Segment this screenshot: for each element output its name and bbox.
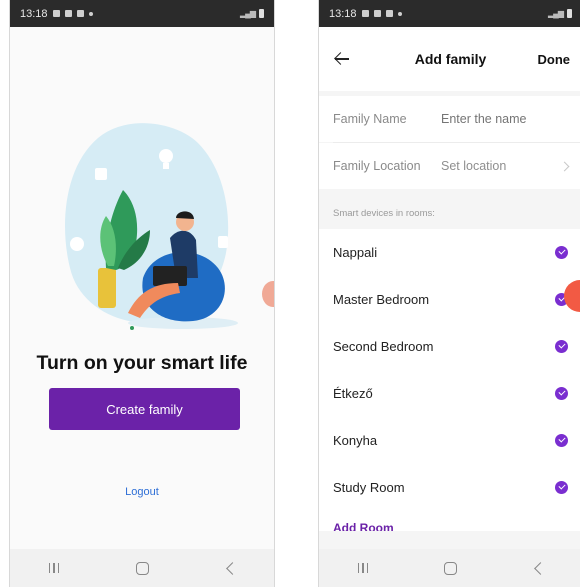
chevron-right-icon xyxy=(559,161,570,171)
done-button[interactable]: Done xyxy=(538,52,571,67)
check-circle-icon[interactable] xyxy=(555,387,568,400)
nav-home-button[interactable] xyxy=(430,553,470,583)
list-item[interactable]: Étkező xyxy=(319,370,580,417)
app-bar: Add family Done xyxy=(319,27,580,91)
family-name-row: Family Name xyxy=(319,96,580,142)
list-item[interactable]: Nappali xyxy=(319,229,580,276)
nav-home-icon xyxy=(135,561,149,575)
system-navigation-bar xyxy=(319,549,580,587)
system-navigation-bar xyxy=(10,549,274,587)
nav-home-button[interactable] xyxy=(122,553,162,583)
dot-icon xyxy=(397,11,402,16)
logout-link[interactable]: Logout xyxy=(10,486,274,498)
gallery-icon xyxy=(76,10,84,17)
signal-icon: ▂▄▆ xyxy=(240,9,256,18)
phone-screen-onboarding: 13:18 ▂▄▆ Turn on your smart life Create… xyxy=(9,0,275,587)
family-location-value: Set location xyxy=(441,159,507,173)
notification-icon xyxy=(361,10,369,17)
notification-icon xyxy=(373,10,381,17)
list-item[interactable]: Master Bedroom xyxy=(319,276,580,323)
nav-home-icon xyxy=(443,561,457,575)
family-name-input[interactable] xyxy=(441,112,551,126)
check-circle-icon[interactable] xyxy=(555,434,568,447)
room-name: Study Room xyxy=(333,480,405,495)
battery-icon xyxy=(259,9,264,18)
smart-life-illustration xyxy=(65,123,238,330)
nav-back-button[interactable] xyxy=(210,553,250,583)
family-location-label: Family Location xyxy=(333,159,421,173)
room-name: Étkező xyxy=(333,386,373,401)
family-name-label: Family Name xyxy=(333,112,407,126)
create-family-button[interactable]: Create family xyxy=(49,388,240,430)
back-arrow-icon[interactable] xyxy=(331,45,359,73)
nav-back-icon xyxy=(225,561,239,575)
status-time: 13:18 xyxy=(20,7,48,20)
nav-back-button[interactable] xyxy=(518,553,558,583)
nav-recent-icon xyxy=(48,563,60,573)
check-circle-icon[interactable] xyxy=(555,481,568,494)
nav-recent-button[interactable] xyxy=(343,553,383,583)
status-bar: 13:18 ▂▄▆ xyxy=(319,0,580,27)
headline: Turn on your smart life xyxy=(36,352,248,374)
room-name: Nappali xyxy=(333,245,378,260)
room-name: Second Bedroom xyxy=(333,339,434,354)
nav-recent-button[interactable] xyxy=(34,553,74,583)
gallery-icon xyxy=(385,10,393,17)
rooms-caption: Smart devices in rooms: xyxy=(333,208,435,219)
notification-icon xyxy=(64,10,72,17)
list-item[interactable]: Second Bedroom xyxy=(319,323,580,370)
signal-icon: ▂▄▆ xyxy=(548,9,564,18)
status-bar: 13:18 ▂▄▆ xyxy=(10,0,274,27)
floating-action-button[interactable] xyxy=(262,281,274,307)
check-circle-icon[interactable] xyxy=(555,340,568,353)
add-room-button[interactable]: Add Room xyxy=(319,511,580,531)
dot-icon xyxy=(88,11,93,16)
notification-icon xyxy=(52,10,60,17)
room-name: Konyha xyxy=(333,433,378,448)
battery-icon xyxy=(567,9,572,18)
status-time: 13:18 xyxy=(329,7,357,20)
room-name: Master Bedroom xyxy=(333,292,430,307)
check-circle-icon[interactable] xyxy=(555,246,568,259)
family-location-row[interactable]: Family Location Set location xyxy=(319,143,580,189)
nav-back-icon xyxy=(533,561,547,575)
list-item[interactable]: Study Room xyxy=(319,464,580,511)
list-item[interactable]: Konyha xyxy=(319,417,580,464)
nav-recent-icon xyxy=(357,563,369,573)
phone-screen-add-family: 13:18 ▂▄▆ Add family Done Family Name Fa… xyxy=(318,0,580,587)
room-list: Nappali Master Bedroom Second Bedroom Ét… xyxy=(319,229,580,531)
